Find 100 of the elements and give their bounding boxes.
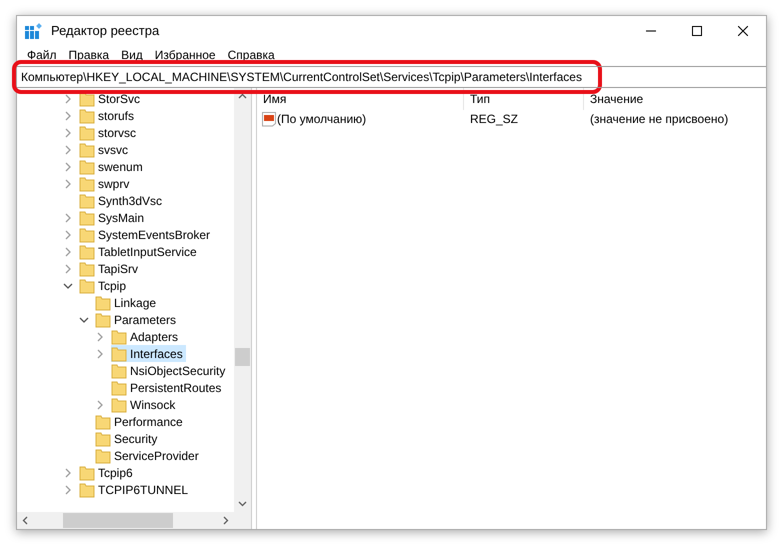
folder-icon <box>79 108 95 124</box>
tree-item[interactable]: Security <box>95 430 160 447</box>
menu-item[interactable]: Избранное <box>148 46 222 64</box>
tree-item-label: Adapters <box>130 328 178 346</box>
folder-icon <box>79 192 95 208</box>
folder-icon <box>79 482 95 498</box>
folder-icon <box>111 380 127 396</box>
tree-item[interactable]: NsiObjectSecurity <box>111 362 228 379</box>
folder-icon <box>111 396 127 412</box>
tree-item-label: Synth3dVsc <box>98 192 162 210</box>
tree-item[interactable]: Synth3dVsc <box>79 192 166 209</box>
folder-icon <box>95 430 111 446</box>
tree-item[interactable]: svsvc <box>79 141 131 158</box>
pane-splitter[interactable] <box>252 88 257 529</box>
tree-item[interactable]: PersistentRoutes <box>111 379 224 396</box>
folder-icon <box>79 176 95 192</box>
tree-item-label: Performance <box>114 414 183 430</box>
column-header[interactable]: Имя <box>257 88 464 110</box>
horizontal-scrollbar[interactable] <box>17 512 251 529</box>
expand-chevron-icon[interactable] <box>63 484 73 494</box>
tree-item[interactable]: ServiceProvider <box>95 447 202 464</box>
close-icon <box>738 26 748 36</box>
tree-item-label: Interfaces <box>130 346 183 362</box>
folder-icon <box>79 142 95 158</box>
tree-item[interactable]: swprv <box>79 175 132 192</box>
folder-icon <box>111 346 127 362</box>
folder-icon <box>79 226 95 242</box>
tree-item[interactable]: TCPIP6TUNNEL <box>79 481 192 498</box>
tree-item-label: TCPIP6TUNNEL <box>98 482 188 498</box>
tree-item-label: ServiceProvider <box>114 448 199 464</box>
tree-item-label: PersistentRoutes <box>130 380 222 396</box>
tree-item[interactable]: Performance <box>95 413 186 430</box>
tree-item[interactable]: Winsock <box>111 396 178 413</box>
tree-item-label: TapiSrv <box>98 260 138 278</box>
scroll-thumb[interactable] <box>63 513 173 528</box>
tree-item[interactable]: Parameters <box>95 311 180 328</box>
expand-chevron-icon[interactable] <box>63 94 73 104</box>
tree-item[interactable]: Tcpip <box>79 277 130 294</box>
tree-item[interactable]: Tcpip6 <box>79 464 136 481</box>
column-header[interactable]: Значение <box>584 88 766 110</box>
expand-chevron-icon[interactable] <box>63 230 73 240</box>
scroll-thumb[interactable] <box>235 348 250 366</box>
vertical-scrollbar[interactable] <box>234 88 251 512</box>
tree-item[interactable]: storufs <box>79 107 138 124</box>
tree-item-label: storvsc <box>98 124 136 142</box>
expand-chevron-icon[interactable] <box>63 468 73 478</box>
tree-item[interactable]: TapiSrv <box>79 260 142 277</box>
menu-item[interactable]: Вид <box>115 46 149 64</box>
tree-item[interactable]: SysMain <box>79 209 148 226</box>
folder-icon <box>79 244 95 260</box>
expand-chevron-icon[interactable] <box>95 400 105 410</box>
menu-item[interactable]: Файл <box>21 46 63 64</box>
column-header[interactable]: Тип <box>464 88 584 110</box>
folder-icon <box>79 464 95 480</box>
menu-item[interactable]: Правка <box>62 46 116 64</box>
expand-chevron-icon[interactable] <box>95 348 105 358</box>
tree-item-label: Tcpip6 <box>98 464 133 482</box>
folder-icon <box>79 158 95 174</box>
menu-item[interactable]: Справка <box>222 46 281 64</box>
window-title: Редактор реестра <box>51 22 160 40</box>
tree-item[interactable]: Adapters <box>111 328 182 345</box>
value-data: (значение не присвоено) <box>589 111 730 128</box>
collapse-chevron-icon[interactable] <box>79 314 89 324</box>
value-type: REG_SZ <box>469 111 520 128</box>
tree-item[interactable]: Interfaces <box>111 345 186 362</box>
expand-chevron-icon[interactable] <box>63 178 73 188</box>
tree-item[interactable]: TabletInputService <box>79 243 200 260</box>
registry-icon <box>25 23 43 39</box>
expand-chevron-icon[interactable] <box>95 332 105 342</box>
scroll-up-icon[interactable] <box>238 93 247 99</box>
expand-chevron-icon[interactable] <box>63 128 73 138</box>
scroll-left-icon[interactable] <box>22 516 28 525</box>
tree-item[interactable]: Linkage <box>95 294 160 311</box>
tree-item-label: SystemEventsBroker <box>98 226 210 244</box>
folder-icon <box>79 210 95 226</box>
maximize-icon <box>692 26 702 36</box>
scroll-right-icon[interactable] <box>223 516 229 525</box>
tree-item-label: TabletInputService <box>98 244 197 260</box>
expand-chevron-icon[interactable] <box>63 162 73 172</box>
tree-item[interactable]: StorSvc <box>79 90 144 107</box>
tree-item-label: swprv <box>98 176 130 192</box>
tree-item[interactable]: swenum <box>79 158 146 175</box>
string-value-icon <box>261 111 277 127</box>
expand-chevron-icon[interactable] <box>63 110 73 120</box>
tree-item-label: storufs <box>98 108 134 124</box>
tree-item-label: NsiObjectSecurity <box>130 362 226 380</box>
folder-icon <box>95 414 111 430</box>
expand-chevron-icon[interactable] <box>63 264 73 274</box>
tree-item[interactable]: SystemEventsBroker <box>79 226 214 243</box>
expand-chevron-icon[interactable] <box>63 144 73 154</box>
folder-icon <box>95 448 111 464</box>
folder-icon <box>95 312 111 328</box>
collapse-chevron-icon[interactable] <box>63 280 73 290</box>
folder-icon <box>79 260 95 276</box>
expand-chevron-icon[interactable] <box>63 246 73 256</box>
expand-chevron-icon[interactable] <box>63 212 73 222</box>
address-field[interactable]: Компьютер\HKEY_LOCAL_MACHINE\SYSTEM\CurrentControlSet\Services\Tcpip\Parameters\Interfaces <box>17 66 766 88</box>
tree-item[interactable]: storvsc <box>79 124 140 141</box>
scroll-down-icon[interactable] <box>238 501 247 507</box>
folder-icon <box>95 294 111 310</box>
